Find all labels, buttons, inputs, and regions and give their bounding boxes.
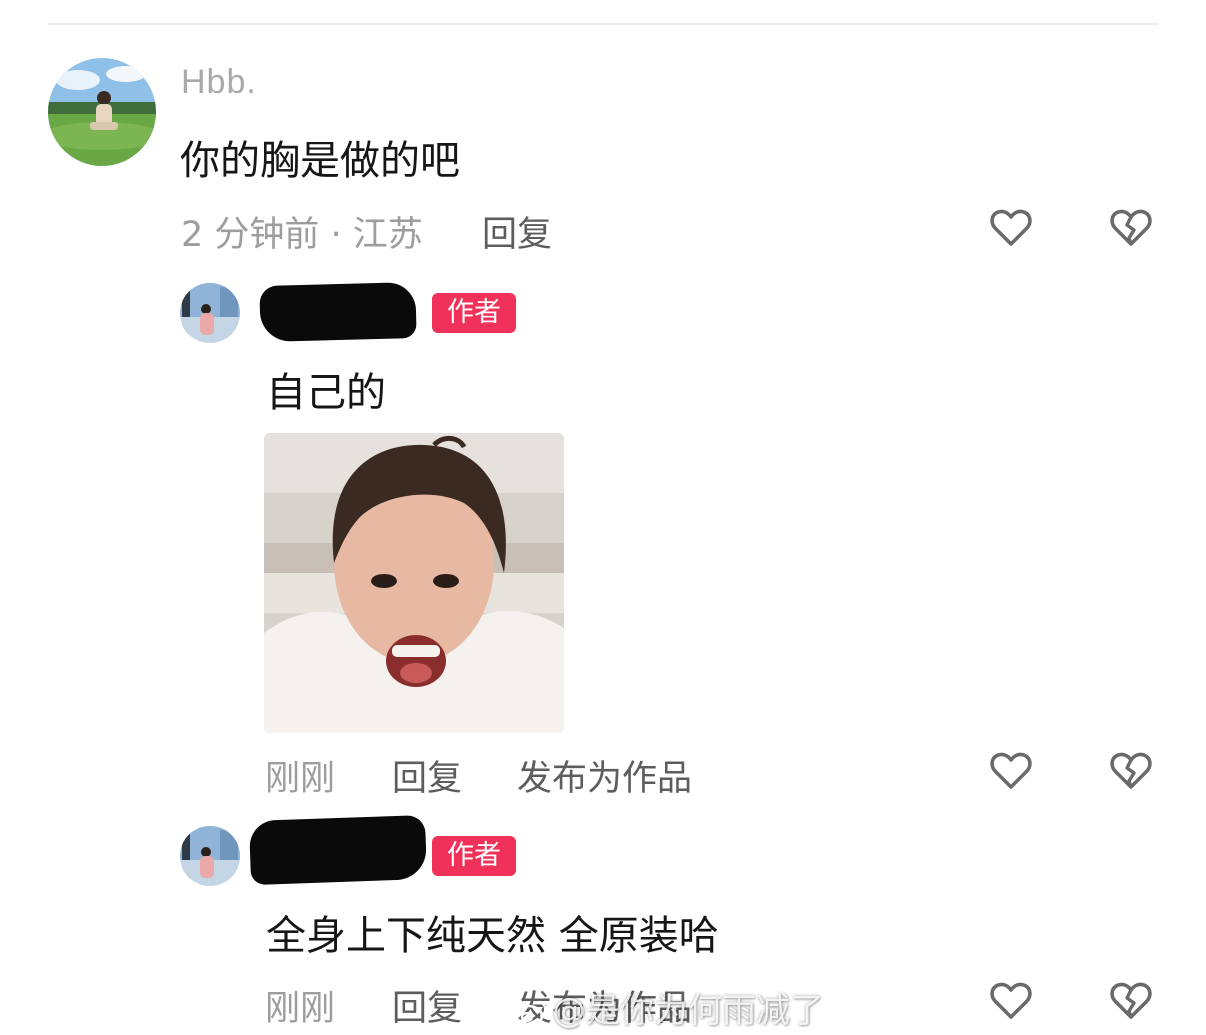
reply-text: 自己的 — [266, 370, 386, 416]
comment-reply-button[interactable]: 回复 — [482, 206, 552, 257]
author-badge: 作者 — [432, 836, 516, 876]
commenter-username[interactable]: Hbb. — [181, 63, 257, 102]
heart-outline-icon[interactable] — [987, 976, 1035, 1024]
broken-heart-icon[interactable] — [1107, 746, 1155, 794]
reply-image[interactable] — [264, 433, 564, 733]
reply-text: 全身上下纯天然 全原装哈 — [266, 913, 719, 959]
redacted-username — [259, 281, 417, 343]
author-avatar[interactable] — [180, 283, 240, 343]
broken-heart-icon[interactable] — [1107, 203, 1155, 251]
comment-text: 你的胸是做的吧 — [180, 138, 460, 184]
heart-outline-icon[interactable] — [987, 203, 1035, 251]
weibo-icon — [512, 1000, 547, 1027]
publish-as-work-button[interactable]: 发布为作品 — [517, 750, 692, 801]
author-avatar[interactable] — [180, 826, 240, 886]
watermark-text: @是你为何雨减了 — [552, 991, 824, 1031]
watermark: @是你为何雨减了 — [512, 983, 824, 1032]
redacted-username — [248, 814, 428, 886]
reply-timestamp: 刚刚 — [265, 989, 336, 1029]
top-divider — [48, 23, 1158, 25]
comment-timestamp-location: 2 分钟前 · 江苏 — [181, 215, 423, 255]
reply-reply-button[interactable]: 回复 — [392, 980, 462, 1031]
heart-outline-icon[interactable] — [987, 746, 1035, 794]
reply-timestamp: 刚刚 — [265, 759, 336, 799]
reply-reply-button[interactable]: 回复 — [392, 750, 462, 801]
author-badge: 作者 — [432, 293, 516, 333]
broken-heart-icon[interactable] — [1107, 976, 1155, 1024]
commenter-avatar[interactable] — [48, 58, 156, 166]
